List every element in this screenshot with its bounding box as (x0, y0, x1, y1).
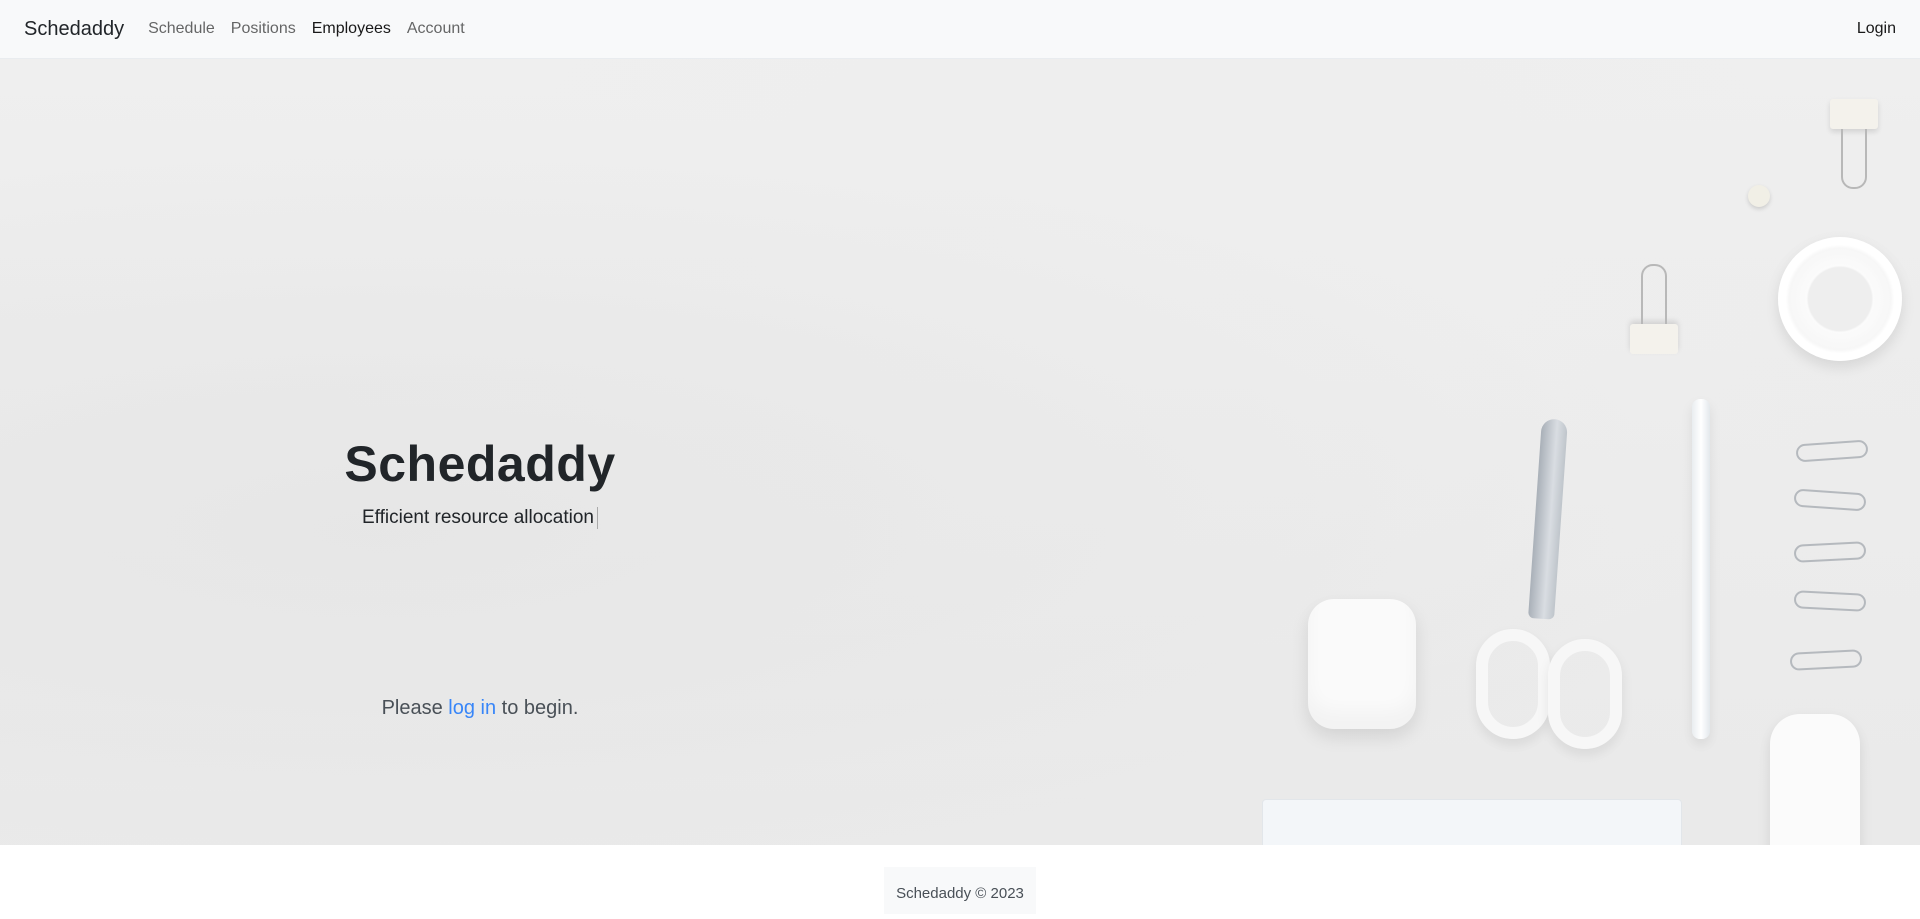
nav-link-account[interactable]: Account (407, 20, 465, 38)
footer-copyright: Schedaddy © 2023 (884, 867, 1036, 914)
hero-content: Schedaddy Efficient resource allocation (300, 439, 660, 529)
navbar: Schedaddy Schedule Positions Employees A… (0, 0, 1920, 59)
paperclip-5-image (1789, 649, 1863, 671)
airpods-case-image (1308, 599, 1416, 729)
nav-link-employees[interactable]: Employees (312, 20, 391, 38)
nav-link-positions[interactable]: Positions (231, 20, 296, 38)
login-cta-link[interactable]: log in (448, 697, 496, 719)
scissors-handle-left-image (1476, 629, 1550, 739)
notebook-image (1262, 799, 1682, 845)
nav-right: Login (1857, 20, 1896, 38)
scissors-blade-image (1528, 418, 1568, 620)
tape-roll-image (1778, 237, 1902, 361)
paperclip-2-image (1793, 488, 1867, 512)
hero-title: Schedaddy (344, 436, 616, 492)
pushpin-image (1748, 185, 1770, 207)
brand-link[interactable]: Schedaddy (24, 18, 124, 41)
paperclip-1-image (1795, 439, 1869, 463)
binder-clip-top-image (1830, 99, 1878, 189)
typing-caret (597, 507, 598, 529)
binder-clip-small-image (1630, 264, 1678, 354)
hero-tagline: Efficient resource allocation (362, 507, 598, 529)
pen-image (1692, 399, 1710, 739)
cta-suffix: to begin. (496, 697, 579, 719)
scissors-handle-right-image (1548, 639, 1622, 749)
hero-banner: Schedaddy Efficient resource allocation … (0, 59, 1920, 845)
hero-tagline-text: Efficient resource allocation (362, 507, 594, 528)
footer: Schedaddy © 2023 (0, 845, 1920, 919)
cta-prefix: Please (381, 697, 449, 719)
stapler-image (1770, 714, 1860, 845)
nav-links: Schedule Positions Employees Account (148, 20, 465, 38)
login-link[interactable]: Login (1857, 20, 1896, 37)
paperclip-3-image (1793, 541, 1867, 563)
paperclip-4-image (1793, 590, 1867, 612)
nav-link-schedule[interactable]: Schedule (148, 20, 215, 38)
hero-cta: Please log in to begin. (300, 697, 660, 720)
